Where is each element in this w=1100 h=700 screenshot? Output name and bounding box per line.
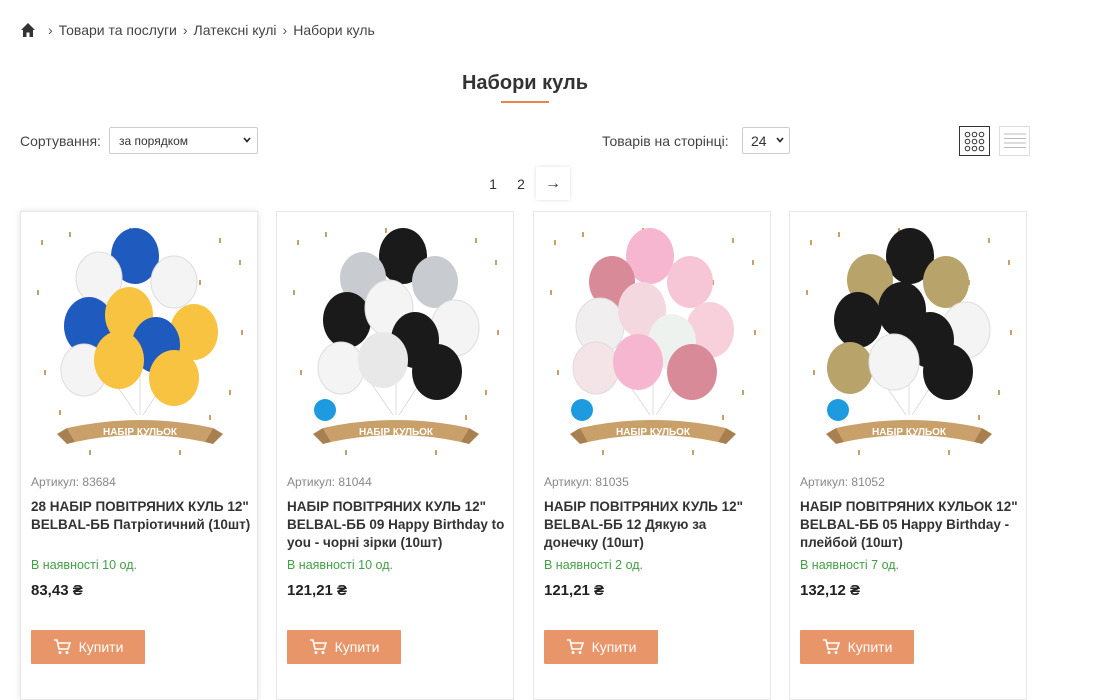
product-image[interactable]: НАБІР КУЛЬОК (798, 220, 1020, 460)
banner-text: НАБІР КУЛЬОК (872, 427, 947, 438)
stock-status: В наявності 2 од. (544, 558, 644, 572)
page-title: Набори куль (461, 72, 589, 94)
stock-status: В наявності 10 од. (287, 558, 393, 572)
product-image[interactable]: НАБІР КУЛЬОК (542, 220, 764, 460)
product-image[interactable]: НАБІР КУЛЬОК (285, 220, 507, 460)
size-badge (314, 399, 336, 421)
next-page-button[interactable]: → (536, 167, 570, 200)
banner-text: НАБІР КУЛЬОК (359, 427, 434, 438)
sort-select[interactable]: за порядком (109, 127, 258, 154)
buy-button[interactable]: Купити (31, 630, 145, 664)
page-2-link[interactable]: 2 (507, 168, 535, 200)
per-page-selected-value: 24 (751, 132, 767, 149)
buy-button[interactable]: Купити (544, 630, 658, 664)
stock-status: В наявності 7 од. (800, 558, 900, 572)
product-sku: Артикул: 81044 (287, 475, 372, 489)
cart-icon (566, 639, 584, 654)
home-icon[interactable] (20, 22, 36, 38)
product-card[interactable]: НАБІР КУЛЬОК Артикул: 81044 НАБІР ПОВІТР… (276, 211, 514, 700)
banner-text: НАБІР КУЛЬОК (103, 427, 178, 438)
product-name[interactable]: 28 НАБІР ПОВІТРЯНИХ КУЛЬ 12" BELBAL-ББ П… (31, 498, 251, 534)
sort-selected-value: за порядком (119, 133, 189, 148)
title-underline (501, 101, 549, 103)
product-name[interactable]: НАБІР ПОВІТРЯНИХ КУЛЬ 12" BELBAL-ББ 12 Д… (544, 498, 764, 552)
buy-label: Купити (847, 639, 893, 655)
buy-button[interactable]: Купити (287, 630, 401, 664)
list-view-icon (1003, 133, 1026, 148)
product-card[interactable]: НАБІР КУЛЬОК Артикул: 81035 НАБІР ПОВІТР… (533, 211, 771, 700)
sort-label: Сортування: (20, 133, 101, 149)
chevron-down-icon (776, 137, 784, 143)
breadcrumb-link-services[interactable]: Товари та послуги (59, 22, 177, 38)
product-price: 132,12 ₴ (800, 582, 861, 599)
breadcrumb-link-latex[interactable]: Латексні кулі (194, 22, 277, 38)
buy-label: Купити (591, 639, 637, 655)
per-page-select[interactable]: 24 (742, 127, 790, 154)
list-view-button[interactable] (999, 126, 1030, 156)
product-card[interactable]: НАБІР КУЛЬОК Артикул: 83684 28 НАБІР ПОВ… (20, 211, 258, 700)
buy-button[interactable]: Купити (800, 630, 914, 664)
grid-view-icon (964, 131, 985, 151)
grid-view-button[interactable] (959, 126, 990, 156)
breadcrumb-separator: › (48, 22, 53, 38)
cart-icon (822, 639, 840, 654)
pagination: 1 2 → (479, 167, 570, 200)
product-name[interactable]: НАБІР ПОВІТРЯНИХ КУЛЬ 12" BELBAL-ББ 09 H… (287, 498, 507, 552)
product-sku: Артикул: 81052 (800, 475, 885, 489)
product-price: 121,21 ₴ (287, 582, 348, 599)
per-page-label: Товарів на сторінці: (602, 133, 729, 149)
size-badge (571, 399, 593, 421)
buy-label: Купити (334, 639, 380, 655)
breadcrumb-current: Набори куль (293, 22, 375, 38)
product-card[interactable]: НАБІР КУЛЬОК Артикул: 81052 НАБІР ПОВІТР… (789, 211, 1027, 700)
buy-label: Купити (78, 639, 124, 655)
chevron-down-icon (243, 137, 251, 143)
cart-icon (53, 639, 71, 654)
product-name[interactable]: НАБІР ПОВІТРЯНИХ КУЛЬОК 12" BELBAL-ББ 05… (800, 498, 1020, 552)
breadcrumb-separator: › (282, 22, 288, 38)
cart-icon (309, 639, 327, 654)
page-1-link[interactable]: 1 (479, 168, 507, 200)
breadcrumb-separator: › (182, 22, 188, 38)
product-image[interactable]: НАБІР КУЛЬОК (29, 220, 251, 460)
banner-text: НАБІР КУЛЬОК (616, 427, 691, 438)
size-badge (827, 399, 849, 421)
product-price: 83,43 ₴ (31, 582, 83, 599)
product-price: 121,21 ₴ (544, 582, 605, 599)
stock-status: В наявності 10 од. (31, 558, 137, 572)
product-sku: Артикул: 81035 (544, 475, 629, 489)
breadcrumb: › Товари та послуги › Латексні кулі › На… (20, 22, 375, 38)
product-sku: Артикул: 83684 (31, 475, 116, 489)
